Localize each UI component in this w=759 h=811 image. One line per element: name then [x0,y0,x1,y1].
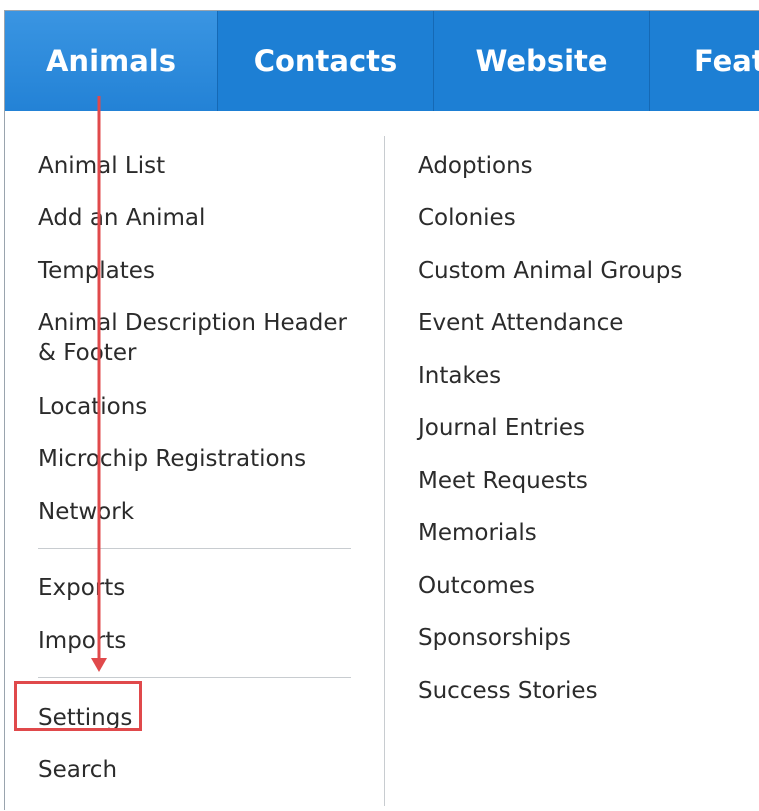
menu-item-settings[interactable]: Settings [38,703,132,733]
screenshot-frame: Animals Contacts Website Feat Animal Lis… [4,10,759,810]
menu-item-meet-requests[interactable]: Meet Requests [418,466,588,496]
menu-item-intakes[interactable]: Intakes [418,361,501,391]
tab-animals[interactable]: Animals [5,11,218,111]
menu-item-sponsorships[interactable]: Sponsorships [418,623,571,653]
tab-contacts[interactable]: Contacts [218,11,434,111]
main-nav: Animals Contacts Website Feat [5,11,759,111]
tab-features[interactable]: Feat [650,11,759,111]
menu-item-custom-animal-groups[interactable]: Custom Animal Groups [418,256,682,286]
menu-item-event-attendance[interactable]: Event Attendance [418,308,623,338]
menu-item-add-animal[interactable]: Add an Animal [38,203,205,233]
menu-divider [38,677,351,678]
menu-item-search[interactable]: Search [38,755,117,785]
menu-item-templates[interactable]: Templates [38,256,155,286]
menu-item-memorials[interactable]: Memorials [418,518,537,548]
menu-item-description-header-footer[interactable]: Animal Description Header & Footer [38,308,358,368]
menu-item-imports[interactable]: Imports [38,626,126,656]
menu-item-animal-list[interactable]: Animal List [38,151,165,181]
animals-dropdown-menu: Animal List Add an Animal Templates Anim… [5,111,759,811]
menu-item-success-stories[interactable]: Success Stories [418,676,598,706]
menu-item-outcomes[interactable]: Outcomes [418,571,535,601]
menu-item-adoptions[interactable]: Adoptions [418,151,533,181]
menu-item-colonies[interactable]: Colonies [418,203,516,233]
tab-website[interactable]: Website [434,11,650,111]
menu-item-locations[interactable]: Locations [38,392,147,422]
column-divider [384,136,385,806]
menu-item-microchip-registrations[interactable]: Microchip Registrations [38,444,306,474]
menu-item-exports[interactable]: Exports [38,573,125,603]
menu-divider [38,548,351,549]
menu-item-network[interactable]: Network [38,497,134,527]
menu-item-journal-entries[interactable]: Journal Entries [418,413,585,443]
